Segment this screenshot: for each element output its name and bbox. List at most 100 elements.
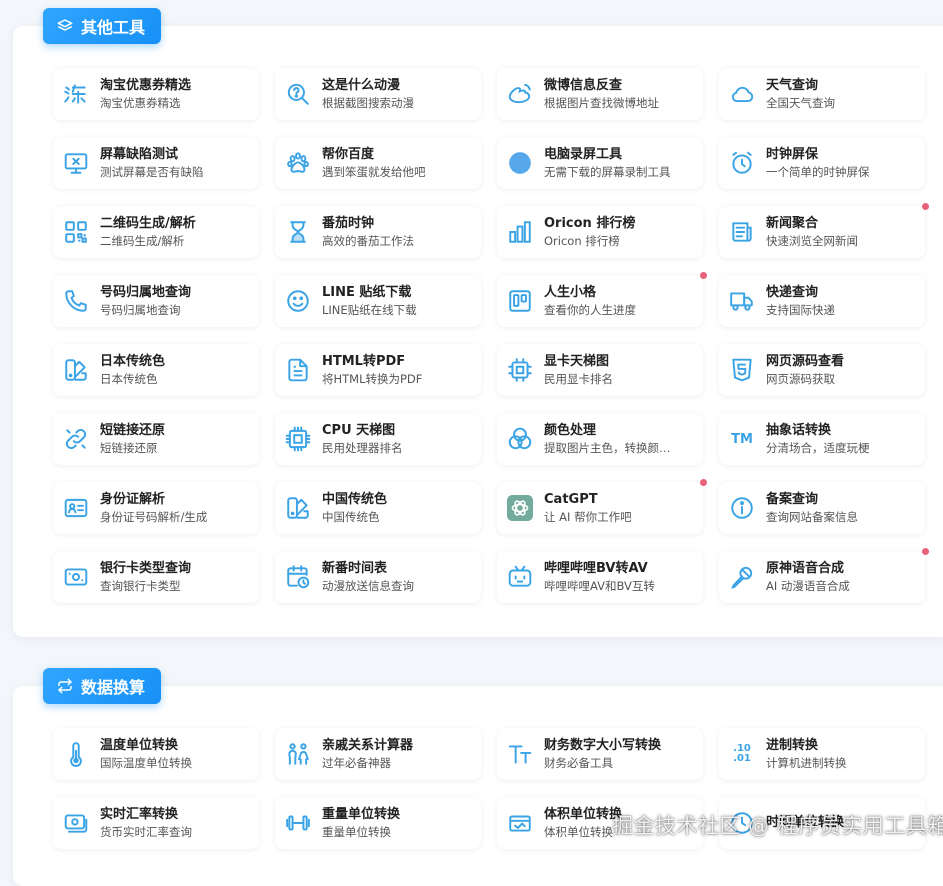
tool-card[interactable]: CPU 天梯图 民用处理器排名: [275, 413, 481, 465]
bank-card-icon: [63, 564, 89, 590]
tool-description: Oricon 排行榜: [544, 233, 620, 248]
section-title-text: 数据换算: [81, 678, 146, 697]
info-icon: [729, 495, 755, 521]
section-title-data-conversion: 数据换算: [43, 668, 162, 704]
tool-title: 颜色处理: [544, 422, 597, 438]
tool-description: AI 动漫语音合成: [766, 578, 850, 593]
tool-card[interactable]: 号码归属地查询 号码归属地查询: [53, 275, 259, 327]
tool-title: 淘宝优惠券精选: [100, 77, 192, 93]
tool-description: 无需下载的屏幕录制工具: [544, 164, 671, 179]
tool-card[interactable]: 天气查询 全国天气查询: [719, 68, 925, 120]
tool-title: 日本传统色: [100, 353, 166, 369]
tool-description: 计算机进制转换: [766, 755, 847, 770]
tool-description: 淘宝优惠券精选: [100, 95, 181, 110]
tool-card[interactable]: 财务数字大小写转换 财务必备工具: [497, 728, 703, 780]
openai-icon: [507, 495, 533, 521]
tool-card[interactable]: 银行卡类型查询 查询银行卡类型: [53, 551, 259, 603]
tool-description: 号码归属地查询: [100, 302, 181, 317]
tool-title: 快递查询: [766, 284, 819, 300]
tool-description: 测试屏幕是否有缺陷: [100, 164, 204, 179]
tool-card[interactable]: 这是什么动漫 根据截图搜索动漫: [275, 68, 481, 120]
tool-card[interactable]: CatGPT 让 AI 帮你工作吧: [497, 479, 707, 534]
tool-card[interactable]: 实时汇率转换 货币实时汇率查询: [53, 797, 259, 849]
tool-description: 网页源码获取: [766, 371, 835, 386]
tool-card[interactable]: 新闻聚合快速浏览全网新闻: [719, 203, 929, 258]
tool-card[interactable]: 亲戚关系计算器 过年必备神器: [275, 728, 481, 780]
new-badge-dot: [922, 203, 929, 210]
tool-description: 高效的番茄工作法: [322, 233, 414, 248]
tool-title: 时钟屏保: [766, 146, 819, 162]
new-badge-dot: [700, 272, 707, 279]
tool-card[interactable]: 重量单位转换 重量单位转换: [275, 797, 481, 849]
search-question-icon: [285, 81, 311, 107]
tool-card[interactable]: 备案查询 查询网站备案信息: [719, 482, 925, 534]
tool-title: 番茄时钟: [322, 215, 375, 231]
tool-card[interactable]: 番茄时钟高效的番茄工作法: [275, 206, 481, 258]
tool-card[interactable]: 淘宝优惠券精选 淘宝优惠券精选: [53, 68, 259, 120]
tool-title: 号码归属地查询: [100, 284, 192, 300]
tool-title: 人生小格: [544, 284, 597, 300]
tool-card[interactable]: Oricon 排行榜 Oricon 排行榜: [497, 206, 703, 258]
color-circles-icon: [507, 426, 533, 452]
tool-card[interactable]: .10 .01 进制转换 计算机进制转换: [719, 728, 925, 780]
tool-title: 实时汇率转换: [100, 806, 179, 822]
tool-card[interactable]: HTML转PDF 将HTML转换为PDF: [275, 344, 481, 396]
tool-card[interactable]: 短链接还原 短链接还原: [53, 413, 259, 465]
tool-card[interactable]: 时钟屏保 一个简单的时钟屏保: [719, 137, 925, 189]
tool-description: 动漫放送信息查询: [322, 578, 414, 593]
tool-title: 抽象话转换: [766, 422, 832, 438]
tool-card[interactable]: 中国传统色 中国传统色: [275, 482, 481, 534]
tool-title: CPU 天梯图: [322, 422, 396, 438]
tool-description: 全国天气查询: [766, 95, 835, 110]
tool-title: HTML转PDF: [322, 353, 406, 369]
tool-card[interactable]: 显卡天梯图 民用显卡排名: [497, 344, 703, 396]
tool-description: 日本传统色: [100, 371, 158, 386]
tool-title: 财务数字大小写转换: [544, 737, 662, 753]
tool-card[interactable]: 屏幕缺陷测试 测试屏幕是否有缺陷: [53, 137, 259, 189]
cpu-icon: [285, 426, 311, 452]
tool-title: 原神语音合成: [766, 560, 845, 576]
color-swatch-icon: [63, 357, 89, 383]
tool-card[interactable]: 哔哩哔哩BV转AV 哔哩哔哩AV和BV互转: [497, 551, 703, 603]
tool-description: 中国传统色: [322, 509, 380, 524]
tool-description: 哔哩哔哩AV和BV互转: [544, 578, 655, 593]
qrcode-icon: [63, 219, 89, 245]
layers-icon: [57, 19, 73, 31]
tool-card[interactable]: 网页源码查看 网页源码获取: [719, 344, 925, 396]
newspaper-icon: [729, 219, 755, 245]
tool-card[interactable]: 帮你百度 遇到笨蛋就发给他吧: [275, 137, 481, 189]
currency-icon: [63, 810, 89, 836]
tool-card[interactable]: TM 抽象话转换 分清场合，适度玩梗: [719, 413, 925, 465]
tool-card[interactable]: 微博信息反查 根据图片查找微博地址: [497, 68, 703, 120]
tool-title: 亲戚关系计算器: [322, 737, 414, 753]
tool-title: 新闻聚合: [766, 215, 819, 231]
tool-description: 遇到笨蛋就发给他吧: [322, 164, 426, 179]
cloud-icon: [729, 81, 755, 107]
tool-title: 重量单位转换: [322, 806, 401, 822]
tool-title: 这是什么动漫: [322, 77, 401, 93]
tool-card[interactable]: 电脑录屏工具 无需下载的屏幕录制工具: [497, 137, 703, 189]
monitor-x-icon: [63, 150, 89, 176]
tool-description: 快速浏览全网新闻: [766, 233, 858, 248]
tool-description: 短链接还原: [100, 440, 158, 455]
tool-card[interactable]: 日本传统色 日本传统色: [53, 344, 259, 396]
microphone-icon: [729, 564, 755, 590]
section-title-text: 其他工具: [81, 18, 146, 37]
record-dot-icon: [507, 150, 533, 176]
tool-card[interactable]: 快递查询 支持国际快递: [719, 275, 925, 327]
tool-title: 微博信息反查: [544, 77, 623, 93]
tool-description: 分清场合，适度玩梗: [766, 440, 870, 455]
tool-card[interactable]: 身份证解析 身份证号码解析/生成: [53, 482, 259, 534]
tool-title: 备案查询: [766, 491, 819, 507]
tool-card[interactable]: 温度单位转换 国际温度单位转换: [53, 728, 259, 780]
html5-icon: [729, 357, 755, 383]
tool-title: 温度单位转换: [100, 737, 179, 753]
binary-icon: .10 .01: [733, 743, 751, 764]
tool-card[interactable]: 人生小格 查看你的人生进度: [497, 272, 707, 327]
section-data-conversion: 数据换算 温度单位转换 国际温度单位转换 亲戚关系计算器 过年必备神器 财务数字大小写转…: [13, 668, 943, 886]
tool-card[interactable]: 原神语音合成 AI 动漫语音合成: [719, 548, 929, 603]
tool-card[interactable]: LINE 贴纸下载 LINE贴纸在线下载: [275, 275, 481, 327]
tool-card[interactable]: 新番时间表 动漫放送信息查询: [275, 551, 481, 603]
tool-card[interactable]: 颜色处理 提取图片主色，转换颜…: [497, 413, 703, 465]
tool-card[interactable]: 二维码生成/解析 二维码生成/解析: [53, 206, 259, 258]
